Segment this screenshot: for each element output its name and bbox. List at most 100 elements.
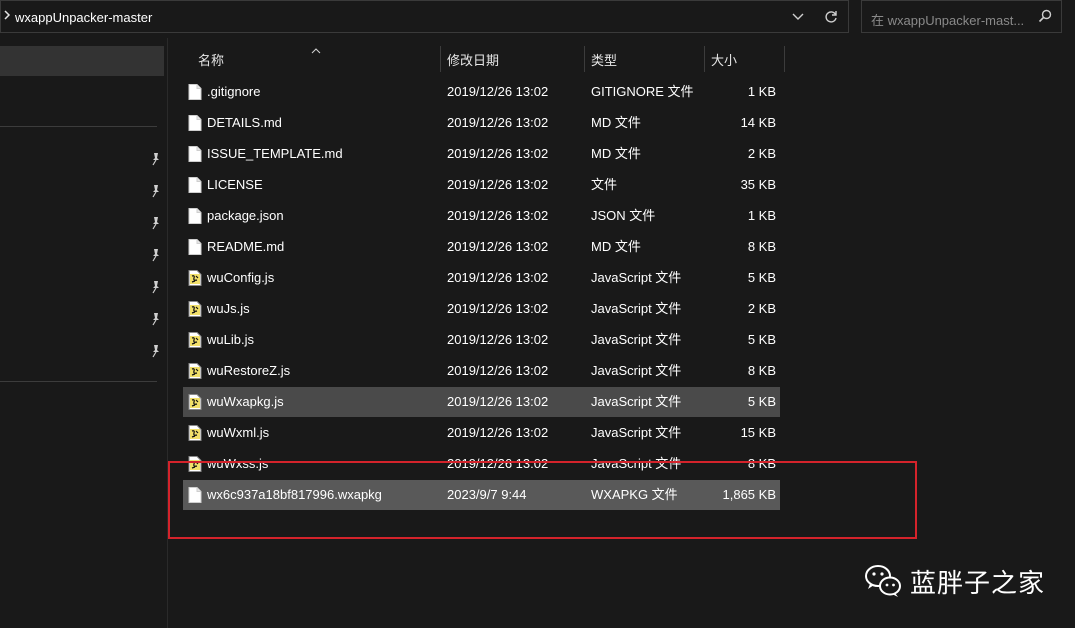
file-name: wuConfig.js	[207, 270, 275, 285]
breadcrumb-chevron-icon[interactable]	[3, 10, 11, 23]
file-row[interactable]: .gitignore 2019/12/26 13:02 GITIGNORE 文件 1 …	[183, 77, 780, 107]
file-name: README.md	[207, 239, 285, 254]
file-date: 2019/12/26 13:02	[447, 115, 549, 130]
column-header-date[interactable]: 修改日期	[440, 44, 584, 74]
pin-icon[interactable]	[149, 312, 163, 326]
file-row[interactable]: wuJs.js 2019/12/26 13:02 JavaScript 文件 2 KB	[183, 294, 780, 324]
file-type: JavaScript 文件	[591, 301, 682, 316]
watermark-text: 蓝胖子之家	[910, 568, 1046, 599]
file-type: JavaScript 文件	[591, 270, 682, 285]
js-file-icon	[188, 394, 202, 410]
file-type: JavaScript 文件	[591, 394, 682, 409]
file-type: MD 文件	[591, 146, 641, 161]
chevron-down-icon[interactable]	[787, 1, 809, 32]
file-icon	[188, 239, 202, 255]
file-type: JSON 文件	[591, 208, 656, 223]
address-bar[interactable]: wxappUnpacker-master	[0, 0, 849, 33]
pin-icon[interactable]	[149, 280, 163, 294]
js-file-icon	[188, 332, 202, 348]
file-name: ISSUE_TEMPLATE.md	[207, 146, 343, 161]
file-row[interactable]: wuWxml.js 2019/12/26 13:02 JavaScript 文件 15…	[183, 418, 780, 448]
file-size: 15 KB	[740, 425, 776, 440]
file-type: JavaScript 文件	[591, 332, 682, 347]
file-size: 1 KB	[747, 208, 776, 223]
file-icon	[188, 84, 202, 100]
file-type: JavaScript 文件	[591, 363, 682, 378]
file-size: 5 KB	[747, 270, 776, 285]
file-name: .gitignore	[207, 84, 261, 99]
column-header-name[interactable]: 名称	[191, 44, 440, 74]
file-icon	[188, 208, 202, 224]
file-row[interactable]: LICENSE 2019/12/26 13:02 文件 35 KB	[183, 170, 780, 200]
file-date: 2019/12/26 13:02	[447, 177, 549, 192]
refresh-icon[interactable]	[817, 1, 845, 32]
pin-icon[interactable]	[149, 344, 163, 358]
file-date: 2019/12/26 13:02	[447, 301, 549, 316]
navigation-pane	[0, 38, 166, 628]
file-size: 35 KB	[740, 177, 776, 192]
file-row[interactable]: DETAILS.md 2019/12/26 13:02 MD 文件 14 KB	[183, 108, 780, 138]
file-name: LICENSE	[207, 177, 263, 192]
pane-divider[interactable]	[167, 38, 168, 628]
file-date: 2019/12/26 13:02	[447, 146, 549, 161]
column-divider[interactable]	[784, 46, 785, 72]
file-date: 2019/12/26 13:02	[447, 425, 549, 440]
file-row[interactable]: wuLib.js 2019/12/26 13:02 JavaScript 文件 5 K…	[183, 325, 780, 355]
file-name: package.json	[207, 208, 284, 223]
js-file-icon	[188, 301, 202, 317]
file-name: DETAILS.md	[207, 115, 282, 130]
highlight-box	[168, 461, 917, 539]
file-date: 2019/12/26 13:02	[447, 239, 549, 254]
file-date: 2019/12/26 13:02	[447, 270, 549, 285]
file-row[interactable]: package.json 2019/12/26 13:02 JSON 文件 1 KB	[183, 201, 780, 231]
pin-icon[interactable]	[149, 184, 163, 198]
js-file-icon	[188, 363, 202, 379]
js-file-icon	[188, 425, 202, 441]
file-size: 5 KB	[747, 394, 776, 409]
file-date: 2019/12/26 13:02	[447, 208, 549, 223]
nav-divider	[0, 381, 157, 382]
nav-divider	[0, 126, 157, 127]
file-size: 8 KB	[747, 239, 776, 254]
file-row[interactable]: wuRestoreZ.js 2019/12/26 13:02 JavaScript …	[183, 356, 780, 386]
file-name: wuWxml.js	[207, 425, 270, 440]
search-placeholder: 在 wxappUnpacker-mast...	[871, 13, 1025, 28]
file-type: JavaScript 文件	[591, 425, 682, 440]
file-name: wuRestoreZ.js	[207, 363, 291, 378]
pin-icon[interactable]	[149, 248, 163, 262]
file-name: wuWxapkg.js	[207, 394, 284, 409]
js-file-icon	[188, 270, 202, 286]
file-name: wuLib.js	[207, 332, 254, 347]
file-type: GITIGNORE 文件	[591, 84, 694, 99]
file-type: MD 文件	[591, 239, 641, 254]
watermark: 蓝胖子之家	[864, 561, 1045, 601]
pin-icon[interactable]	[149, 216, 163, 230]
file-size: 1 KB	[747, 84, 776, 99]
file-date: 2019/12/26 13:02	[447, 394, 549, 409]
address-path[interactable]: wxappUnpacker-master	[15, 10, 152, 25]
column-header-size[interactable]: 大小	[704, 44, 784, 74]
file-row[interactable]: wuWxapkg.js 2019/12/26 13:02 JavaScript 文件…	[183, 387, 780, 417]
pin-icon[interactable]	[149, 152, 163, 166]
file-size: 2 KB	[747, 301, 776, 316]
file-size: 14 KB	[740, 115, 776, 130]
file-name: wuJs.js	[207, 301, 250, 316]
file-icon	[188, 177, 202, 193]
search-icon[interactable]	[1035, 6, 1055, 26]
file-row[interactable]: wuConfig.js 2019/12/26 13:02 JavaScript 文件…	[183, 263, 780, 293]
file-row[interactable]: README.md 2019/12/26 13:02 MD 文件 8 KB	[183, 232, 780, 262]
file-size: 8 KB	[747, 363, 776, 378]
column-header-type[interactable]: 类型	[584, 44, 704, 74]
file-icon	[188, 115, 202, 131]
nav-item-selected[interactable]	[0, 46, 164, 76]
file-size: 2 KB	[747, 146, 776, 161]
file-row[interactable]: ISSUE_TEMPLATE.md 2019/12/26 13:02 MD 文件 2 …	[183, 139, 780, 169]
file-type: 文件	[591, 177, 618, 192]
file-date: 2019/12/26 13:02	[447, 363, 549, 378]
file-icon	[188, 146, 202, 162]
file-date: 2019/12/26 13:02	[447, 84, 549, 99]
wechat-logo-icon	[865, 565, 901, 597]
search-input[interactable]: 在 wxappUnpacker-mast...	[861, 0, 1062, 33]
file-size: 5 KB	[747, 332, 776, 347]
file-date: 2019/12/26 13:02	[447, 332, 549, 347]
